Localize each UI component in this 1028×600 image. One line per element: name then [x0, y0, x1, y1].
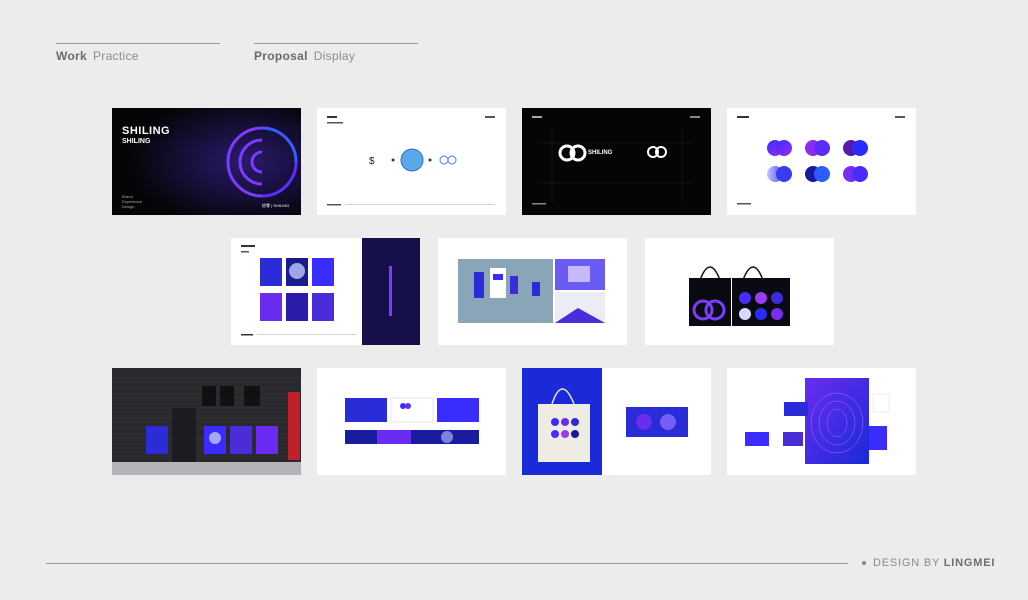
slide-posters[interactable]: [231, 238, 420, 345]
header-left-light: Practice: [92, 49, 139, 63]
header-work-practice: Work Practice: [56, 43, 220, 63]
footer-name: LINGMEI: [943, 557, 996, 569]
logo-black-brand: SHILING: [588, 150, 613, 156]
stationery-graphic: [458, 259, 605, 323]
header-rule-right: [254, 43, 418, 44]
footer-prefix: DESIGN BY: [873, 557, 940, 569]
cover-desc: Brand Experience Design: [122, 194, 142, 209]
slide-wall-posters[interactable]: [112, 368, 301, 475]
cover-footer: 拾零 | SHILING: [262, 203, 290, 208]
slide-banners[interactable]: [317, 368, 506, 475]
header-right-light: Display: [313, 49, 356, 63]
posters-graphic: [241, 238, 420, 345]
cover-title: SHILING: [122, 125, 171, 137]
banners-graphic: [345, 397, 479, 444]
slide-cover[interactable]: SHILING SHILING Brand Experience Design …: [112, 108, 301, 215]
header-left-bold: Work: [56, 49, 87, 63]
svg-text:$: $: [369, 156, 375, 167]
cover-desc-3: Design: [122, 204, 135, 209]
brochure-graphic: [745, 378, 890, 464]
shopping-bags-graphic: [689, 266, 790, 326]
slide-stationery[interactable]: [438, 238, 627, 345]
header-rule-left: [56, 43, 220, 44]
tote-bag-graphic: [522, 368, 688, 475]
logo-concept-graphic: $: [327, 116, 495, 206]
slide-tote-bag[interactable]: [522, 368, 711, 475]
footer-rule: [46, 563, 848, 564]
logo-black-graphic: [532, 116, 700, 205]
footer-credit: DESIGN BY LINGMEI: [862, 557, 995, 569]
wall-posters-graphic: [112, 377, 301, 475]
cover-subtitle: SHILING: [122, 138, 151, 145]
slide-logo-variants[interactable]: [727, 108, 916, 215]
slide-logo-concept[interactable]: $: [317, 108, 506, 215]
header-label-right: Proposal Display: [254, 49, 355, 63]
header-right-bold: Proposal: [254, 49, 308, 63]
slide-shopping-bags[interactable]: [645, 238, 834, 345]
slide-logo-black[interactable]: SHILING: [522, 108, 711, 215]
header-proposal-display: Proposal Display: [254, 43, 418, 63]
footer-dot-icon: [862, 561, 866, 566]
slide-brochure[interactable]: [727, 368, 916, 475]
logo-variants-graphic: [737, 116, 905, 205]
header-label-left: Work Practice: [56, 49, 139, 63]
